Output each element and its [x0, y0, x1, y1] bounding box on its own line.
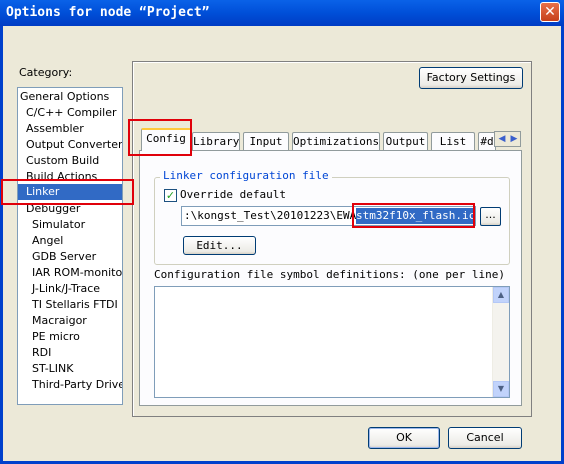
override-default-label[interactable]: Override default [180, 188, 286, 201]
close-button[interactable]: ✕ [540, 2, 560, 22]
tab-optimizations[interactable]: Optimizations [292, 132, 380, 150]
config-file-path-prefix: :\kongst_Test\20101223\EWARM\ [184, 209, 377, 222]
category-item-custom-build[interactable]: Custom Build [26, 153, 99, 169]
scroll-up-icon[interactable]: ▲ [493, 287, 509, 303]
tab-input[interactable]: Input [243, 132, 289, 150]
tab-list[interactable]: List [431, 132, 475, 150]
config-file-path-input[interactable]: :\kongst_Test\20101223\EWARM\ stm32f10x_… [181, 206, 476, 226]
tab-config[interactable]: Config [141, 128, 191, 151]
override-default-checkbox[interactable]: ✓ [164, 189, 177, 202]
category-item-angel[interactable]: Angel [32, 233, 63, 249]
symbol-definitions-scrollbar[interactable]: ▲ ▼ [492, 287, 509, 397]
category-label: Category: [19, 66, 73, 79]
window-border-left [0, 26, 3, 464]
browse-button[interactable]: ... [480, 207, 501, 226]
cancel-button[interactable]: Cancel [448, 427, 522, 449]
close-icon: ✕ [544, 4, 556, 20]
edit-button[interactable]: Edit... [183, 236, 256, 255]
category-item-ti-stellaris-ftdi[interactable]: TI Stellaris FTDI [32, 297, 118, 313]
category-item-iar-rom-monitor[interactable]: IAR ROM-monitor [32, 265, 122, 281]
tab-scroll-arrows: ◀ ▶ [494, 131, 521, 147]
category-item-st-link[interactable]: ST-LINK [32, 361, 73, 377]
tab-output[interactable]: Output [383, 132, 428, 150]
category-item-linker[interactable]: Linker [18, 184, 122, 200]
category-item-simulator[interactable]: Simulator [32, 217, 85, 233]
category-list[interactable]: General Options C/C++ Compiler Assembler… [17, 87, 123, 405]
category-item-output-converter[interactable]: Output Converter [26, 137, 122, 153]
category-item-assembler[interactable]: Assembler [26, 121, 84, 137]
title-bar: Options for node “Project” [0, 0, 564, 26]
tab-library[interactable]: Library [192, 132, 240, 150]
ok-button[interactable]: OK [368, 427, 440, 449]
scroll-down-icon[interactable]: ▼ [493, 381, 509, 397]
category-item-third-party-driver[interactable]: Third-Party Driver [32, 377, 122, 393]
linker-config-group-title: Linker configuration file [160, 169, 332, 182]
category-item-gdb-server[interactable]: GDB Server [32, 249, 96, 265]
category-item-pe-micro[interactable]: PE micro [32, 329, 80, 345]
category-item-rdi[interactable]: RDI [32, 345, 51, 361]
category-item-general-options[interactable]: General Options [20, 89, 109, 105]
window-title: Options for node “Project” [6, 5, 210, 20]
checkmark-icon: ✓ [165, 189, 176, 202]
category-item-c-compiler[interactable]: C/C++ Compiler [26, 105, 117, 121]
category-item-jlink-jtrace[interactable]: J-Link/J-Trace [32, 281, 100, 297]
symbol-definitions-textarea[interactable]: ▲ ▼ [154, 286, 510, 398]
tab-scroll-left-icon[interactable]: ◀ [496, 133, 508, 145]
category-item-debugger[interactable]: Debugger [26, 201, 80, 217]
category-item-macraigor[interactable]: Macraigor [32, 313, 87, 329]
config-file-path-selected: stm32f10x_flash.icf [356, 208, 475, 224]
tab-scroll-right-icon[interactable]: ▶ [508, 133, 520, 145]
category-item-build-actions[interactable]: Build Actions [26, 169, 97, 185]
symbol-definitions-label: Configuration file symbol definitions: (… [154, 268, 505, 281]
factory-settings-button[interactable]: Factory Settings [419, 67, 523, 89]
